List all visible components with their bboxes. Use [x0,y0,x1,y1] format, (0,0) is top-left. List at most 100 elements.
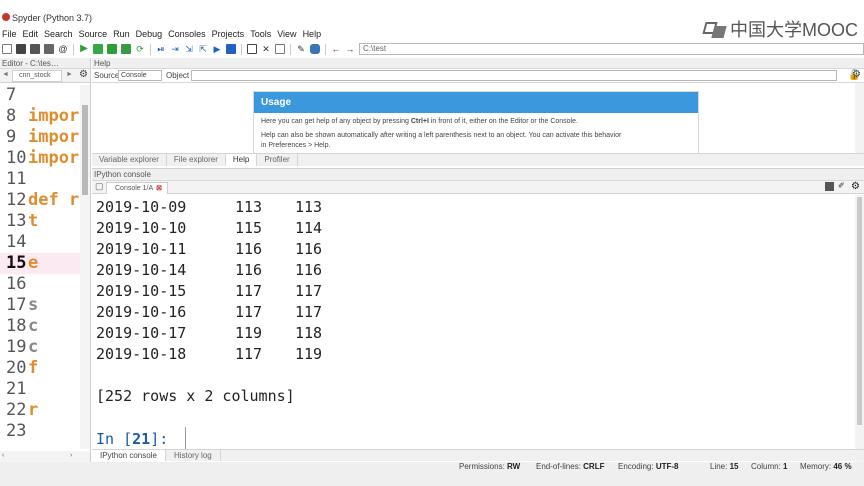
editor-horizontal-scrollbar[interactable]: ‹ › [0,451,90,462]
editor-header-label: Editor - C:\tes… [2,59,59,68]
code-line: 10 impor [6,148,80,168]
clear-console-icon[interactable]: ✐ [838,182,847,191]
menu-projects[interactable]: Projects [210,28,249,41]
usage-text-3: in Preferences > Help. [261,142,331,149]
tab-history-log[interactable]: History log [166,450,221,461]
console-scrollbar[interactable] [855,195,864,463]
editor-vertical-scrollbar[interactable] [80,85,90,449]
run-cell-icon[interactable] [93,44,103,54]
console-header-label: IPython console [94,170,151,179]
toolbar-divider [241,43,242,55]
step-icon[interactable]: ⇥ [170,44,180,54]
run-icon[interactable]: ▶ [79,44,89,54]
code-editor[interactable]: 7 8 impor 9 impor 10 impor 11 12 def r 13 t … [0,85,80,449]
code-line: 12 def r [6,190,80,210]
status-encoding: Encoding: UTF-8 [618,462,679,471]
at-icon[interactable]: @ [58,44,68,54]
window-title: Spyder (Python 3.7) [12,13,93,23]
gear-icon[interactable]: ⚙ [851,181,860,192]
console-output[interactable]: 2019-10-09 113 113 2019-10-10 115 114 2019-1… [96,197,852,459]
dataframe-summary: [252 rows x 2 columns] [96,387,295,405]
debug-icon[interactable]: ⏯ [156,44,166,54]
scroll-left-icon[interactable]: ‹ [2,452,4,459]
run-selection-icon[interactable] [121,44,131,54]
input-prompt: In [21]: [96,430,169,448]
help-pane: Help Source Console Object 🔓 ⚙ Usage Her… [92,58,864,166]
preferences-icon[interactable] [275,44,285,54]
console-pane: IPython console ▢ Console 1/A ⊠ ✐ ⚙ 2019-… [92,168,864,463]
forward-arrow-icon[interactable]: → [345,44,355,54]
source-select[interactable]: Console [118,70,162,81]
tabs-right-arrow-icon[interactable]: ► [66,71,73,78]
status-line: Line: 15 [710,462,739,471]
code-line: 13 t [6,211,39,231]
new-file-icon[interactable] [2,44,12,54]
maximize-pane-icon[interactable] [247,44,257,54]
tab-variable-explorer[interactable]: Variable explorer [92,154,167,166]
step-return-icon[interactable]: ⇱ [198,44,208,54]
code-line: 8 impor [6,106,80,126]
code-line: 19 c [6,337,39,357]
code-line: 11 [6,169,27,189]
status-eol: End-of-lines: CRLF [536,462,605,471]
scrollbar-thumb[interactable] [82,105,88,195]
source-label: Source [94,71,120,80]
python-path-icon[interactable] [310,44,320,54]
menu-run[interactable]: Run [111,28,134,41]
console-tab[interactable]: Console 1/A ⊠ [106,182,169,194]
toolbar-divider [325,43,326,55]
editor-tab-bar: ◄ cnn_stock ► ⚙ [0,69,90,83]
usage-box: Usage Here you can get help of any objec… [253,91,699,154]
tab-help[interactable]: Help [225,154,258,166]
top-pane-tab-bar: Variable explorer File explorer Help Pro… [92,153,864,166]
continue-icon[interactable]: ▶ [212,44,222,54]
bottom-pane-tab-bar: IPython console History log [92,449,864,461]
step-into-icon[interactable]: ⇲ [184,44,194,54]
back-arrow-icon[interactable]: ← [331,44,341,54]
code-line: 9 impor [6,127,80,147]
scrollbar-thumb[interactable] [857,197,862,425]
close-icon[interactable]: ⊠ [156,185,162,192]
stop-console-icon[interactable] [825,182,834,191]
menu-help[interactable]: Help [301,28,326,41]
help-controls: Source Console Object 🔓 ⚙ [92,58,864,83]
object-input[interactable] [191,70,837,81]
menu-tools[interactable]: Tools [248,28,275,41]
run-cell-advance-icon[interactable] [107,44,117,54]
menu-view[interactable]: View [275,28,300,41]
tab-profiler[interactable]: Profiler [257,154,298,166]
menu-bar: File Edit Search Source Run Debug Consol… [0,28,864,41]
status-memory: Memory: 46 % [800,462,852,471]
folder-icon[interactable]: ▢ [95,181,104,192]
menu-file[interactable]: File [0,28,21,41]
status-bar: Permissions: RW End-of-lines: CRLF Encod… [0,462,864,486]
code-line: 17 s [6,295,39,315]
save-all-icon[interactable] [44,44,54,54]
working-directory-field[interactable]: C:\test [359,43,864,55]
status-column: Column: 1 [751,462,788,471]
wrench-icon[interactable]: ✎ [296,44,306,54]
menu-source[interactable]: Source [77,28,112,41]
rerun-icon[interactable]: ⟳ [135,44,145,54]
code-line: 22 r [6,400,39,420]
scroll-right-icon[interactable]: › [70,452,72,459]
spyder-app-icon [2,13,10,21]
editor-tab-file[interactable]: cnn_stock [12,70,62,82]
fullscreen-icon[interactable]: ✕ [261,44,271,54]
console-tab-bar: ▢ Console 1/A ⊠ ✐ ⚙ [92,181,864,194]
menu-search[interactable]: Search [42,28,77,41]
open-file-icon[interactable] [16,44,26,54]
console-header: IPython console [92,169,864,181]
code-line: 23 [6,421,27,441]
save-file-icon[interactable] [30,44,40,54]
tab-file-explorer[interactable]: File explorer [167,154,226,166]
object-label: Object [166,71,190,80]
stop-debug-icon[interactable] [226,44,236,54]
tab-ipython-console[interactable]: IPython console [92,450,166,461]
tabs-left-arrow-icon[interactable]: ◄ [2,71,9,78]
gear-icon[interactable]: ⚙ [852,69,861,80]
menu-consoles[interactable]: Consoles [166,28,210,41]
menu-edit[interactable]: Edit [21,28,43,41]
gear-icon[interactable]: ⚙ [79,69,88,80]
menu-debug[interactable]: Debug [134,28,167,41]
